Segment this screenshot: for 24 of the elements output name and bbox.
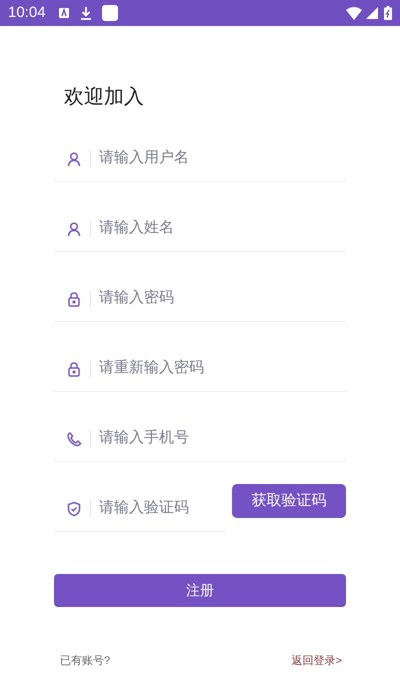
battery-icon <box>384 6 392 20</box>
signal-icon <box>366 7 378 19</box>
account-prompt: 已有账号? <box>60 654 110 669</box>
page-title: 欢迎加入 <box>64 85 145 110</box>
lock-icon <box>66 360 82 376</box>
download-icon <box>80 6 92 20</box>
register-button[interactable]: 注册 <box>54 574 346 607</box>
input-field[interactable]: 请输入验证码 <box>99 497 226 520</box>
phone-icon <box>66 430 82 446</box>
input-field[interactable]: 请重新输入密码 <box>99 357 346 380</box>
input-field[interactable]: 请输入姓名 <box>99 217 346 240</box>
shield-icon <box>66 500 82 516</box>
app-icon <box>102 5 118 21</box>
input-field[interactable]: 请输入用户名 <box>99 147 346 170</box>
user-icon <box>66 220 82 236</box>
status-time: 10:04 <box>8 2 46 23</box>
input-field[interactable]: 请输入手机号 <box>99 427 346 450</box>
wifi-icon <box>346 6 362 20</box>
get-code-button[interactable]: 获取验证码 <box>232 484 346 518</box>
input-field[interactable]: 请输入密码 <box>99 287 346 310</box>
notification-icon <box>58 7 70 19</box>
user-icon <box>66 150 82 166</box>
lock-icon <box>66 290 82 306</box>
back-to-login-link[interactable]: 返回登录> <box>292 653 342 670</box>
